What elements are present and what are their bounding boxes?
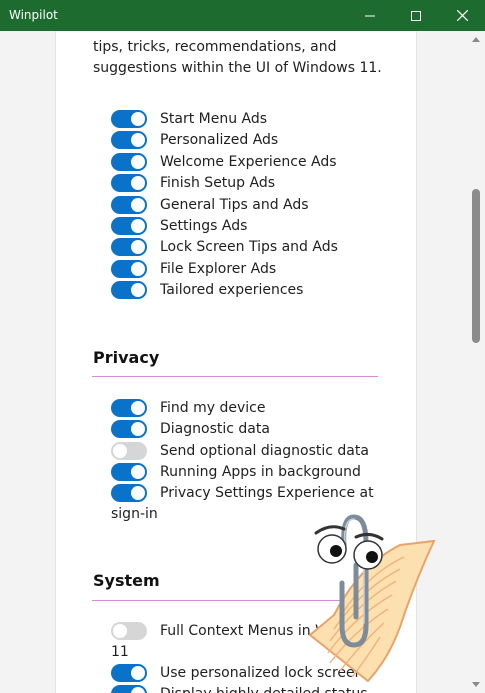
toggle-label: Lock Screen Tips and Ads: [160, 239, 338, 255]
toggle-switch[interactable]: [111, 217, 147, 235]
toggle-switch[interactable]: [111, 484, 147, 502]
minimize-icon: [365, 15, 375, 16]
toggle-switch[interactable]: [111, 238, 147, 256]
toggle-switch[interactable]: [111, 196, 147, 214]
scroll-down-arrow-icon[interactable]: [472, 682, 480, 687]
intro-text: tips, tricks, recommendations, and sugge…: [93, 37, 393, 79]
scrollbar-thumb[interactable]: [472, 189, 480, 343]
window-title: Winpilot: [9, 8, 58, 22]
toggle-switch[interactable]: [111, 174, 147, 192]
toggle-label: Finish Setup Ads: [160, 175, 276, 191]
close-button[interactable]: [439, 0, 485, 31]
toggle-switch[interactable]: [111, 399, 147, 417]
maximize-button[interactable]: [393, 0, 439, 31]
toggle-label: Diagnostic data: [160, 421, 270, 437]
toggle-label-continuation: 11: [111, 644, 129, 660]
toggle-switch[interactable]: [111, 281, 147, 299]
vertical-scrollbar[interactable]: [467, 31, 485, 693]
toggle-switch[interactable]: [111, 463, 147, 481]
toggle-label-continuation: sign-in: [111, 506, 158, 522]
intro-line-2: suggestions within the UI of Windows 11.: [93, 60, 382, 76]
toggle-switch[interactable]: [111, 420, 147, 438]
privacy-divider: [92, 376, 378, 377]
title-bar: Winpilot: [0, 0, 485, 31]
clippy-icon[interactable]: [300, 505, 440, 693]
toggle-switch[interactable]: [111, 442, 147, 460]
toggle-label: Send optional diagnostic data: [160, 443, 369, 459]
scroll-up-arrow-icon[interactable]: [472, 37, 480, 42]
close-icon: [456, 10, 468, 21]
privacy-section-title: Privacy: [93, 348, 160, 367]
intro-line-1: tips, tricks, recommendations, and: [93, 39, 337, 55]
minimize-button[interactable]: [347, 0, 393, 31]
toggle-switch[interactable]: [111, 260, 147, 278]
toggle-switch[interactable]: [111, 685, 147, 693]
toggle-label: Find my device: [160, 400, 266, 416]
toggle-switch[interactable]: [111, 131, 147, 149]
maximize-icon: [411, 10, 421, 21]
toggle-label: Tailored experiences: [160, 282, 304, 298]
toggle-label: Personalized Ads: [160, 132, 279, 148]
toggle-label: File Explorer Ads: [160, 261, 277, 277]
clippy-eyes: [314, 525, 384, 570]
toggle-switch[interactable]: [111, 110, 147, 128]
toggle-switch[interactable]: [111, 622, 147, 640]
toggle-label: Welcome Experience Ads: [160, 154, 337, 170]
toggle-switch[interactable]: [111, 153, 147, 171]
toggle-switch[interactable]: [111, 664, 147, 682]
toggle-label: Settings Ads: [160, 218, 248, 234]
app-window: Winpilot tips, tricks, recommendations, …: [0, 0, 485, 693]
toggle-label: Privacy Settings Experience at: [160, 485, 374, 501]
toggle-label: General Tips and Ads: [160, 197, 309, 213]
system-section-title: System: [93, 571, 160, 590]
toggle-label: Start Menu Ads: [160, 111, 268, 127]
toggle-label: Running Apps in background: [160, 464, 361, 480]
